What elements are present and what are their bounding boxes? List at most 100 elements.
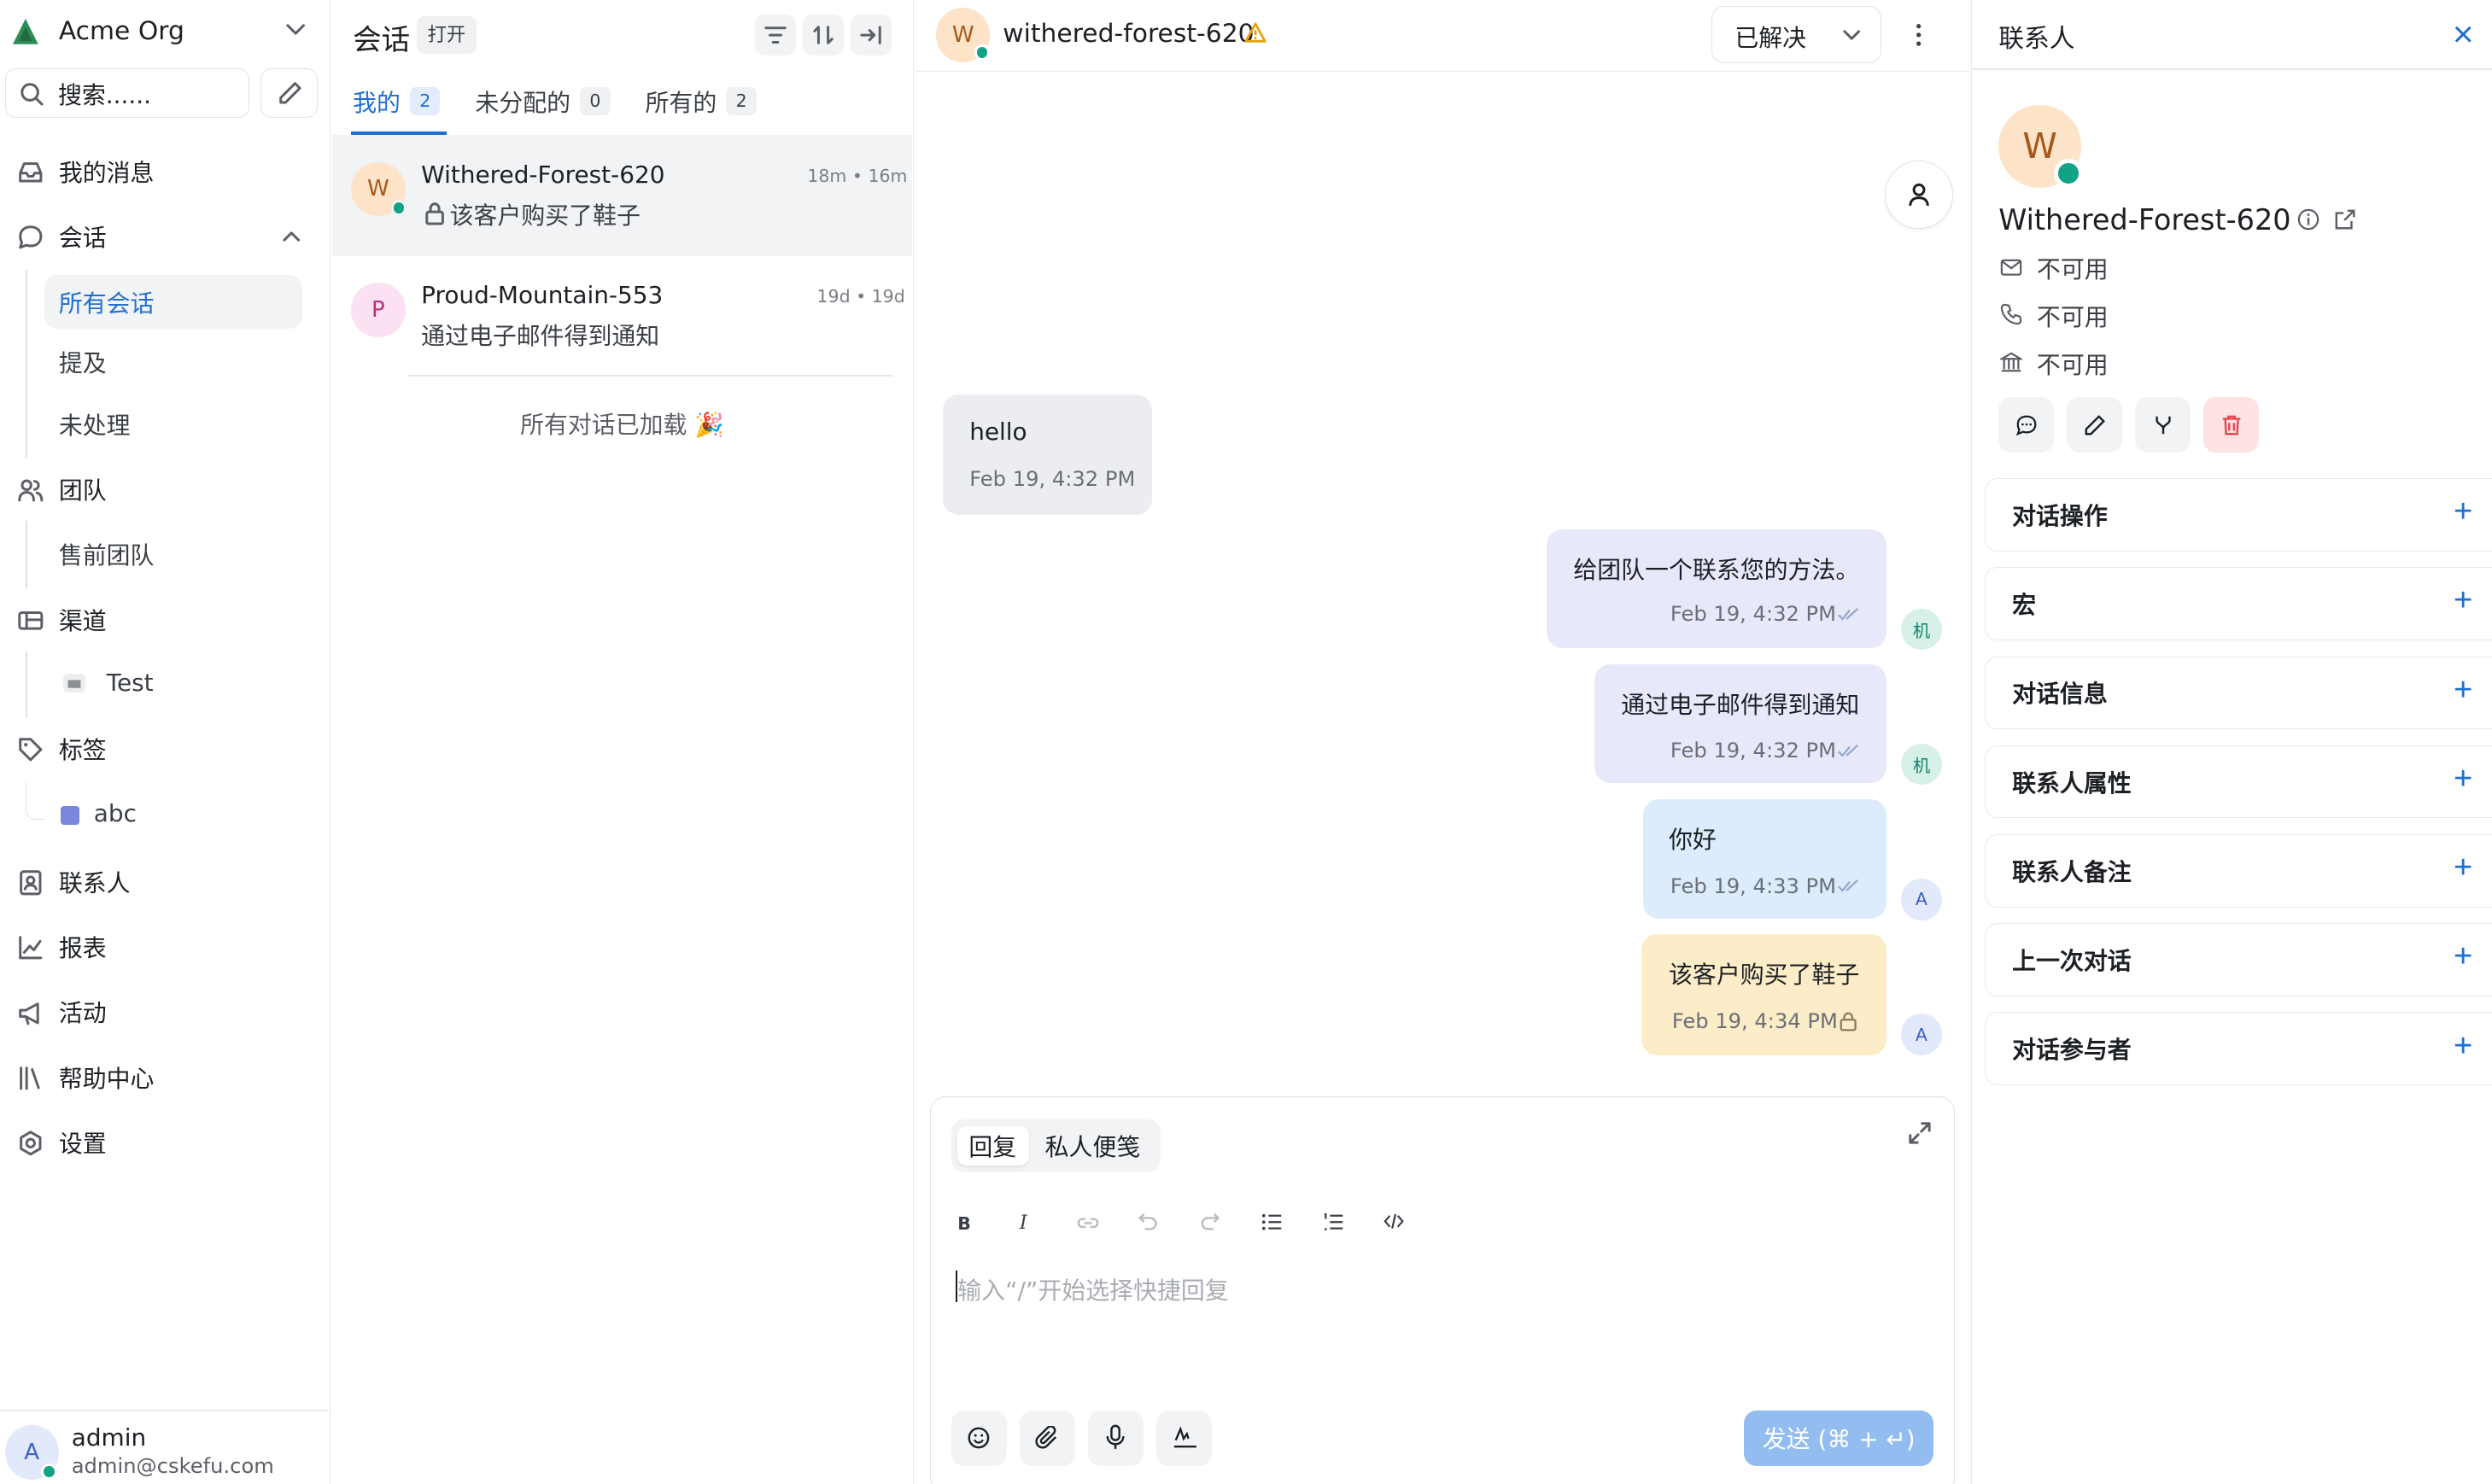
conversation-name: Withered-Forest-620 [421, 160, 665, 189]
send-button[interactable]: 发送 (⌘ + ↵) [1744, 1410, 1933, 1466]
link-icon[interactable] [1077, 1215, 1099, 1231]
message-text: 该客户购买了鞋子 [1669, 961, 1860, 990]
code-icon[interactable] [1383, 1213, 1404, 1230]
search-placeholder: 搜索...... [57, 81, 152, 110]
nav-conversations[interactable]: 会话 [0, 210, 329, 264]
edit-contact-button[interactable] [2067, 397, 2123, 453]
delete-contact-button[interactable] [2203, 397, 2260, 453]
contact-name: Withered-Forest-620 [1998, 203, 2291, 237]
sort-button[interactable] [802, 14, 845, 56]
app-logo[interactable] [12, 19, 38, 47]
bullet-list-icon[interactable] [1261, 1213, 1282, 1230]
message-bubble[interactable] [1643, 799, 1887, 919]
org-name[interactable]: Acme Org [59, 16, 184, 46]
message-time: Feb 19, 4:34 PM [1671, 1008, 1838, 1033]
section-contact-notes[interactable]: 联系人备注 [1984, 834, 2492, 908]
nav-reports[interactable]: 报表 [0, 920, 329, 974]
message-time: Feb 19, 4:32 PM [969, 467, 1136, 492]
external-link-icon[interactable] [2334, 208, 2356, 231]
section-contact-attributes[interactable]: 联系人属性 [1984, 745, 2492, 819]
message-text: 通过电子邮件得到通知 [1621, 690, 1860, 719]
chat-header: W withered-forest-620 已解决 [915, 0, 1969, 72]
bold-icon[interactable]: B [957, 1213, 971, 1234]
plus-icon [2455, 681, 2472, 698]
nav-teams[interactable]: 团队 [0, 463, 329, 517]
sidebar-item-mentions[interactable]: 提及 [44, 336, 301, 389]
section-title: 对话信息 [2012, 680, 2108, 709]
phone-icon [2000, 304, 2022, 325]
section-title: 上一次对话 [2012, 947, 2132, 976]
list-item[interactable]: W Withered-Forest-620 18m • 16m 该客户购买了鞋子 [331, 135, 913, 256]
signature-button[interactable] [1155, 1410, 1213, 1466]
compose-button[interactable] [260, 68, 319, 118]
italic-icon[interactable]: I [1020, 1212, 1027, 1234]
search-box[interactable]: 搜索...... [4, 68, 250, 118]
tab-unassigned[interactable]: 未分配的 0 [475, 85, 611, 119]
status-dropdown[interactable]: 已解决 [1711, 6, 1882, 64]
section-conversation-info[interactable]: 对话信息 [1984, 656, 2492, 730]
filter-button[interactable] [754, 14, 797, 56]
section-conversation-actions[interactable]: 对话操作 [1984, 478, 2492, 552]
chevron-down-icon [1843, 30, 1860, 41]
info-icon[interactable] [2297, 208, 2319, 231]
nav-channels[interactable]: 渠道 [0, 593, 329, 646]
tab-mine[interactable]: 我的 2 [353, 85, 441, 119]
numbered-list-icon[interactable] [1323, 1212, 1343, 1230]
nav-conversations-label: 会话 [58, 224, 107, 253]
expand-icon[interactable] [1908, 1121, 1932, 1145]
nav-settings-label: 设置 [58, 1130, 107, 1159]
attach-button[interactable] [1019, 1410, 1075, 1466]
conversation-time: 19d • 19d [816, 285, 905, 307]
sender-avatar: A [1900, 1014, 1943, 1055]
nav-inbox[interactable]: 我的消息 [0, 144, 329, 198]
nav-settings[interactable]: 设置 [0, 1115, 329, 1169]
nav-labels[interactable]: 标签 [0, 722, 329, 775]
message-bubble[interactable] [942, 394, 1153, 515]
sidebar-item-label[interactable]: abc [94, 799, 137, 827]
tab-all[interactable]: 所有的 2 [646, 85, 757, 119]
sidebar-item-team[interactable]: 售前团队 [44, 528, 301, 581]
sidebar-item-unattended[interactable]: 未处理 [44, 397, 301, 451]
merge-contact-button[interactable] [2135, 397, 2191, 453]
conversation-title[interactable]: withered-forest-620 [1003, 19, 1254, 49]
message-input[interactable]: 输入“/”开始选择快捷回复 [957, 1272, 1228, 1306]
message-time: Feb 19, 4:32 PM [1670, 739, 1837, 763]
emoji-button[interactable] [951, 1410, 1007, 1466]
section-previous-conversations[interactable]: 上一次对话 [1984, 923, 2492, 996]
collapse-button[interactable] [850, 14, 892, 56]
message-bubble[interactable] [1594, 663, 1887, 784]
message-bubble[interactable] [1546, 529, 1887, 649]
new-message-button[interactable] [1998, 397, 2055, 453]
list-item[interactable]: P Proud-Mountain-553 19d • 19d 通过电子邮件得到通… [332, 256, 912, 377]
chevron-up-icon[interactable] [283, 231, 301, 243]
sidebar-item-all-conversations[interactable]: 所有会话 [44, 274, 302, 330]
tab-reply[interactable]: 回复 [968, 1129, 1016, 1163]
channel-icon [63, 674, 86, 693]
status-badge[interactable]: 打开 [416, 15, 477, 55]
conversation-preview: 该客户购买了鞋子 [449, 201, 641, 230]
section-macros[interactable]: 宏 [1984, 567, 2492, 640]
undo-icon[interactable] [1138, 1212, 1158, 1230]
nav-help-center[interactable]: 帮助中心 [0, 1050, 329, 1104]
nav-reports-label: 报表 [58, 934, 107, 963]
warning-icon[interactable] [1244, 22, 1266, 43]
chevron-down-icon[interactable] [286, 24, 305, 37]
message-bubble[interactable] [1641, 934, 1887, 1055]
tab-private-note[interactable]: 私人便笺 [1045, 1129, 1141, 1163]
contact-toggle-button[interactable] [1885, 160, 1954, 229]
message-time: Feb 19, 4:33 PM [1670, 873, 1837, 898]
company-icon [2000, 352, 2023, 372]
filter-icon [764, 26, 787, 44]
nav-contacts[interactable]: 联系人 [0, 855, 329, 909]
nav-campaigns[interactable]: 活动 [0, 985, 329, 1039]
section-title: 联系人备注 [2012, 857, 2132, 886]
close-icon[interactable] [2454, 26, 2472, 43]
lock-icon [1840, 1012, 1857, 1031]
more-vertical-icon[interactable] [1915, 22, 1922, 48]
avatar: P [351, 283, 406, 337]
message-text: hello [969, 418, 1027, 447]
redo-icon[interactable] [1201, 1212, 1220, 1230]
voice-button[interactable] [1087, 1410, 1144, 1466]
sidebar-item-channel[interactable]: Test [107, 669, 154, 697]
section-participants[interactable]: 对话参与者 [1984, 1012, 2492, 1086]
